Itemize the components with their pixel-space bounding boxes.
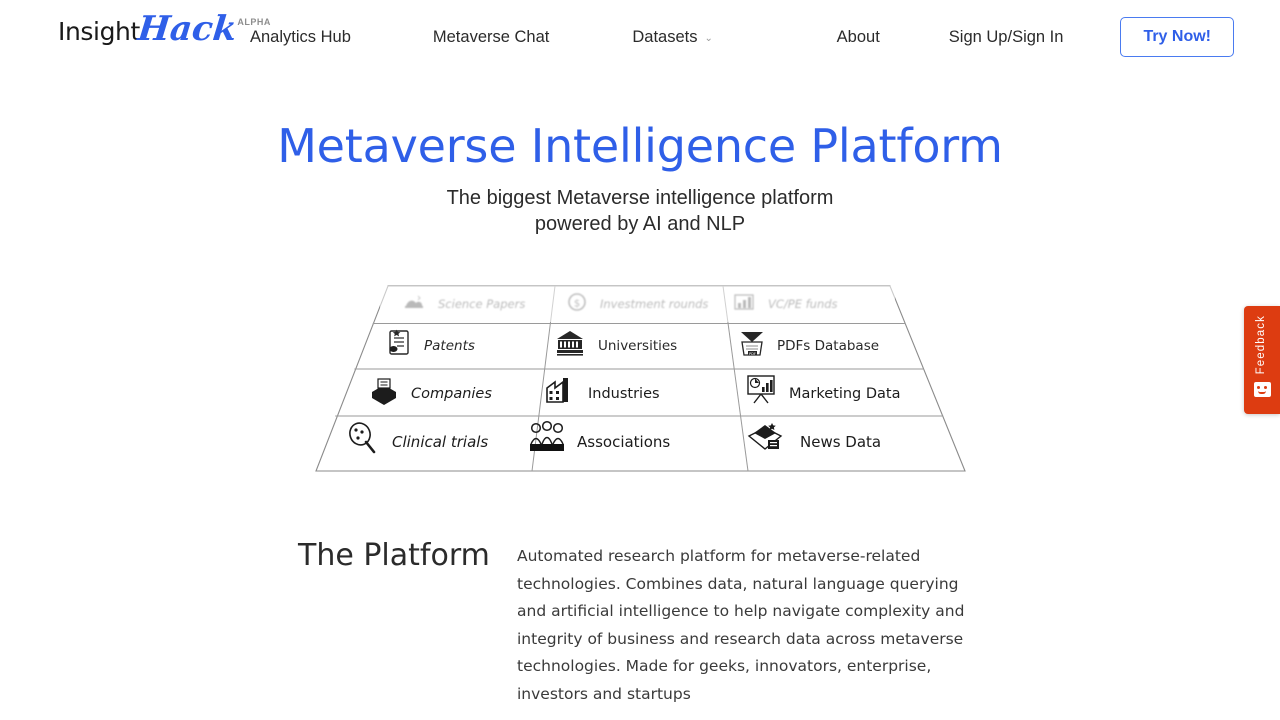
- nav-analytics-hub[interactable]: Analytics Hub: [250, 22, 351, 53]
- logo-text-insight: Insight: [58, 17, 140, 46]
- feedback-tab-label: Feedback: [1255, 315, 1268, 375]
- nav-datasets-label: Datasets: [632, 27, 698, 46]
- primary-nav-links: Analytics Hub Metaverse Chat Datasets ⌄: [250, 0, 713, 74]
- smiley-mouth: [1258, 391, 1266, 395]
- page-subtitle-line-1: The biggest Metaverse intelligence platf…: [446, 187, 834, 209]
- page-subtitle-line-2: powered by AI and NLP: [534, 213, 746, 235]
- nav-about[interactable]: About: [837, 22, 880, 53]
- grid-outline-svg: [315, 285, 966, 472]
- nav-datasets[interactable]: Datasets ⌄: [632, 22, 713, 53]
- nav-metaverse-chat[interactable]: Metaverse Chat: [433, 22, 549, 53]
- secondary-nav-links: About Sign Up/Sign In Try Now!: [837, 0, 1234, 74]
- chevron-down-icon: ⌄: [704, 32, 713, 44]
- top-navigation-bar: Insight Hack ALPHA Analytics Hub Metaver…: [0, 0, 1280, 74]
- page-title: Metaverse Intelligence Platform: [277, 119, 1003, 173]
- try-now-button[interactable]: Try Now!: [1120, 17, 1234, 57]
- logo-text-hack: Hack: [135, 9, 239, 49]
- smiley-face-icon: [1253, 382, 1271, 398]
- feedback-tab[interactable]: Feedback: [1244, 306, 1280, 414]
- platform-section-body: Automated research platform for metavers…: [517, 547, 965, 703]
- page-subtitle: The biggest Metaverse intelligence platf…: [0, 185, 1280, 237]
- nav-sign-up-sign-in[interactable]: Sign Up/Sign In: [949, 22, 1064, 53]
- site-logo[interactable]: Insight Hack ALPHA: [58, 9, 271, 58]
- platform-section-heading: The Platform: [298, 538, 490, 573]
- datasets-perspective-grid: Science Papers $ Investment rounds VC/PE…: [300, 278, 980, 483]
